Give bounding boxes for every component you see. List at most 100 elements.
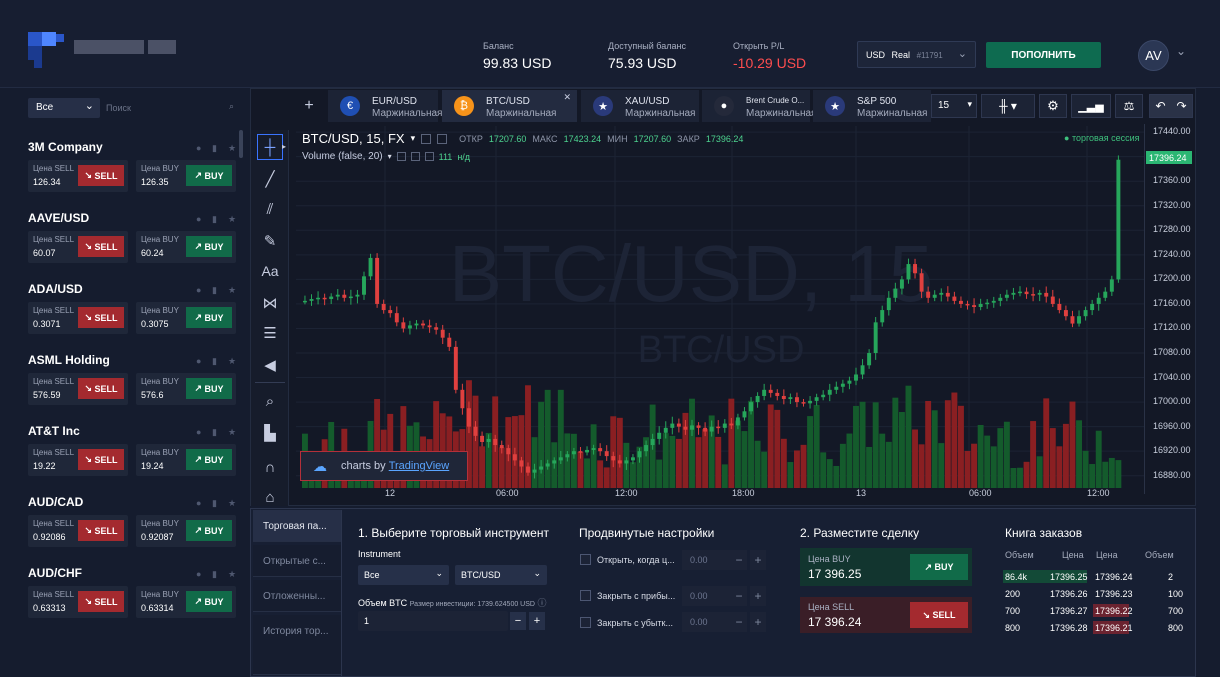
info-icon[interactable]: ● xyxy=(196,285,206,295)
eye-icon[interactable] xyxy=(421,133,432,144)
instrument-name[interactable]: AAVE/USD xyxy=(28,211,240,225)
tab-instrument[interactable]: € EUR/USD Маржинальная xyxy=(328,90,442,122)
chevron-down-icon[interactable]: ▾ xyxy=(411,133,416,144)
price-chart[interactable]: BTC/USD, 15 BTC/USD xyxy=(296,126,1144,488)
buy-button[interactable]: ↗ BUY xyxy=(186,520,232,541)
stop-loss-input[interactable]: 0.00 xyxy=(682,612,732,632)
chevron-down-icon[interactable]: ⌄ xyxy=(1176,44,1186,58)
volume-plus-button[interactable]: + xyxy=(529,612,545,630)
stats-icon[interactable]: ▮ xyxy=(212,569,222,579)
volume-label[interactable]: Volume (false, 20) xyxy=(302,151,383,162)
info-icon[interactable]: ● xyxy=(196,214,206,224)
settings-icon[interactable] xyxy=(437,133,448,144)
open-when-plus[interactable]: + xyxy=(750,550,766,570)
undo-icon[interactable]: ↶ xyxy=(1155,99,1165,113)
star-icon[interactable]: ★ xyxy=(228,569,238,579)
buy-button[interactable]: ↗ BUY xyxy=(186,591,232,612)
instrument-name[interactable]: ASML Holding xyxy=(28,353,240,367)
list-item[interactable]: AUD/CHF ● ▮ ★ Цена SELL 0.63313 ↘ SELL Ц… xyxy=(28,566,240,618)
star-icon[interactable]: ★ xyxy=(228,143,238,153)
take-profit-input[interactable]: 0.00 xyxy=(682,586,732,606)
sell-button[interactable]: ↘ SELL xyxy=(78,378,124,399)
list-item[interactable]: AAVE/USD ● ▮ ★ Цена SELL 60.07 ↘ SELL Це… xyxy=(28,211,240,263)
sell-button[interactable]: ↘ SELL xyxy=(78,520,124,541)
open-when-minus[interactable]: − xyxy=(731,550,747,570)
sell-button[interactable]: ↘ SELL xyxy=(78,165,124,186)
ruler-icon[interactable]: ▙ xyxy=(257,420,283,446)
tradingview-badge[interactable]: ☁ charts by TradingView xyxy=(300,451,468,481)
price-axis[interactable]: 17440.0017400.0017360.0017320.0017280.00… xyxy=(1144,124,1194,494)
tab-pending[interactable]: Отложенны... xyxy=(253,580,341,612)
instrument-name[interactable]: 3M Company xyxy=(28,140,240,154)
tab-history[interactable]: История тор... xyxy=(253,615,341,675)
category-select[interactable]: Все ⌄ xyxy=(358,565,449,585)
instrument-name[interactable]: AUD/CHF xyxy=(28,566,240,580)
avatar[interactable]: AV xyxy=(1138,40,1169,71)
search-input[interactable]: Поиск ⌕ xyxy=(106,98,240,118)
stop-loss-plus[interactable]: + xyxy=(750,612,766,632)
instrument-select[interactable]: BTC/USD ⌄ xyxy=(455,565,547,585)
tab-instrument[interactable]: ● Brent Crude O... Маржинальная xyxy=(702,90,816,122)
tab-open-positions[interactable]: Открытые с... xyxy=(253,545,341,577)
instrument-name[interactable]: ADA/USD xyxy=(28,282,240,296)
tab-trade-panel[interactable]: Торговая па... xyxy=(253,510,341,542)
star-icon[interactable]: ★ xyxy=(228,356,238,366)
stats-icon[interactable]: ▮ xyxy=(212,214,222,224)
stop-loss-checkbox[interactable] xyxy=(580,617,591,628)
compare-button[interactable]: ⚖ xyxy=(1115,94,1143,118)
sell-button[interactable]: ↘ SELL xyxy=(78,591,124,612)
stats-icon[interactable]: ▮ xyxy=(212,498,222,508)
info-icon[interactable]: ● xyxy=(196,498,206,508)
arrow-left-icon[interactable]: ◀ xyxy=(257,352,283,378)
zoom-icon[interactable]: ⌕ xyxy=(257,388,283,414)
measure-icon[interactable]: ☰ xyxy=(257,320,283,346)
info-icon[interactable]: ● xyxy=(196,143,206,153)
star-icon[interactable]: ★ xyxy=(228,427,238,437)
list-item[interactable]: ADA/USD ● ▮ ★ Цена SELL 0.3071 ↘ SELL Це… xyxy=(28,282,240,334)
info-icon[interactable]: ● xyxy=(196,427,206,437)
open-when-input[interactable]: 0.00 xyxy=(682,550,732,570)
buy-button[interactable]: ↗ BUY xyxy=(186,236,232,257)
brand-logo[interactable] xyxy=(28,32,178,68)
brush-icon[interactable]: ✎ xyxy=(257,228,283,254)
pattern-icon[interactable]: ⋈ xyxy=(257,290,283,316)
candle-type-button[interactable]: ╫ ▾ xyxy=(981,94,1035,118)
list-item[interactable]: 3M Company ● ▮ ★ Цена SELL 126.34 ↘ SELL… xyxy=(28,140,240,192)
place-sell-button[interactable]: ↘ SELL xyxy=(910,602,968,628)
buy-button[interactable]: ↗ BUY xyxy=(186,165,232,186)
crosshair-icon[interactable]: ┼ xyxy=(257,134,283,160)
topup-button[interactable]: ПОПОЛНИТЬ xyxy=(986,42,1101,68)
category-filter[interactable]: Все ⌄ xyxy=(28,98,100,118)
indicators-button[interactable]: ▁▃▅ xyxy=(1071,94,1111,118)
tab-instrument[interactable]: ★ XAU/USD Маржинальная xyxy=(581,90,699,122)
stats-icon[interactable]: ▮ xyxy=(212,143,222,153)
chart-title[interactable]: BTC/USD, 15, FX xyxy=(302,131,405,146)
list-item[interactable]: ASML Holding ● ▮ ★ Цена SELL 576.59 ↘ SE… xyxy=(28,353,240,405)
settings-button[interactable]: ⚙ xyxy=(1039,94,1067,118)
interval-select[interactable]: 15 ▾ xyxy=(931,94,977,118)
volume-input[interactable]: 1 xyxy=(358,611,508,631)
instrument-name[interactable]: AUD/CAD xyxy=(28,495,240,509)
buy-button[interactable]: ↗ BUY xyxy=(186,378,232,399)
volume-minus-button[interactable]: − xyxy=(510,612,526,630)
buy-button[interactable]: ↗ BUY xyxy=(186,449,232,470)
open-when-checkbox[interactable] xyxy=(580,554,591,565)
take-profit-checkbox[interactable] xyxy=(580,590,591,601)
info-icon[interactable]: ● xyxy=(196,569,206,579)
info-icon[interactable]: ● xyxy=(196,356,206,366)
sell-button[interactable]: ↘ SELL xyxy=(78,307,124,328)
chevron-right-icon[interactable]: ▸ xyxy=(282,142,286,151)
take-profit-minus[interactable]: − xyxy=(731,586,747,606)
sell-button[interactable]: ↘ SELL xyxy=(78,449,124,470)
tab-instrument[interactable]: ₿ BTC/USD Маржинальная ✕ xyxy=(442,90,577,122)
settings-icon[interactable] xyxy=(410,152,420,161)
list-item[interactable]: AT&T Inc ● ▮ ★ Цена SELL 19.22 ↘ SELL Це… xyxy=(28,424,240,476)
buy-button[interactable]: ↗ BUY xyxy=(186,307,232,328)
trendline-icon[interactable]: ╱ xyxy=(257,166,283,192)
magnet-icon[interactable]: ∩ xyxy=(257,454,283,480)
stats-icon[interactable]: ▮ xyxy=(212,356,222,366)
star-icon[interactable]: ★ xyxy=(228,214,238,224)
instrument-name[interactable]: AT&T Inc xyxy=(28,424,240,438)
lock-icon[interactable]: ⌂ xyxy=(257,484,283,510)
list-item[interactable]: AUD/CAD ● ▮ ★ Цена SELL 0.92086 ↘ SELL Ц… xyxy=(28,495,240,547)
